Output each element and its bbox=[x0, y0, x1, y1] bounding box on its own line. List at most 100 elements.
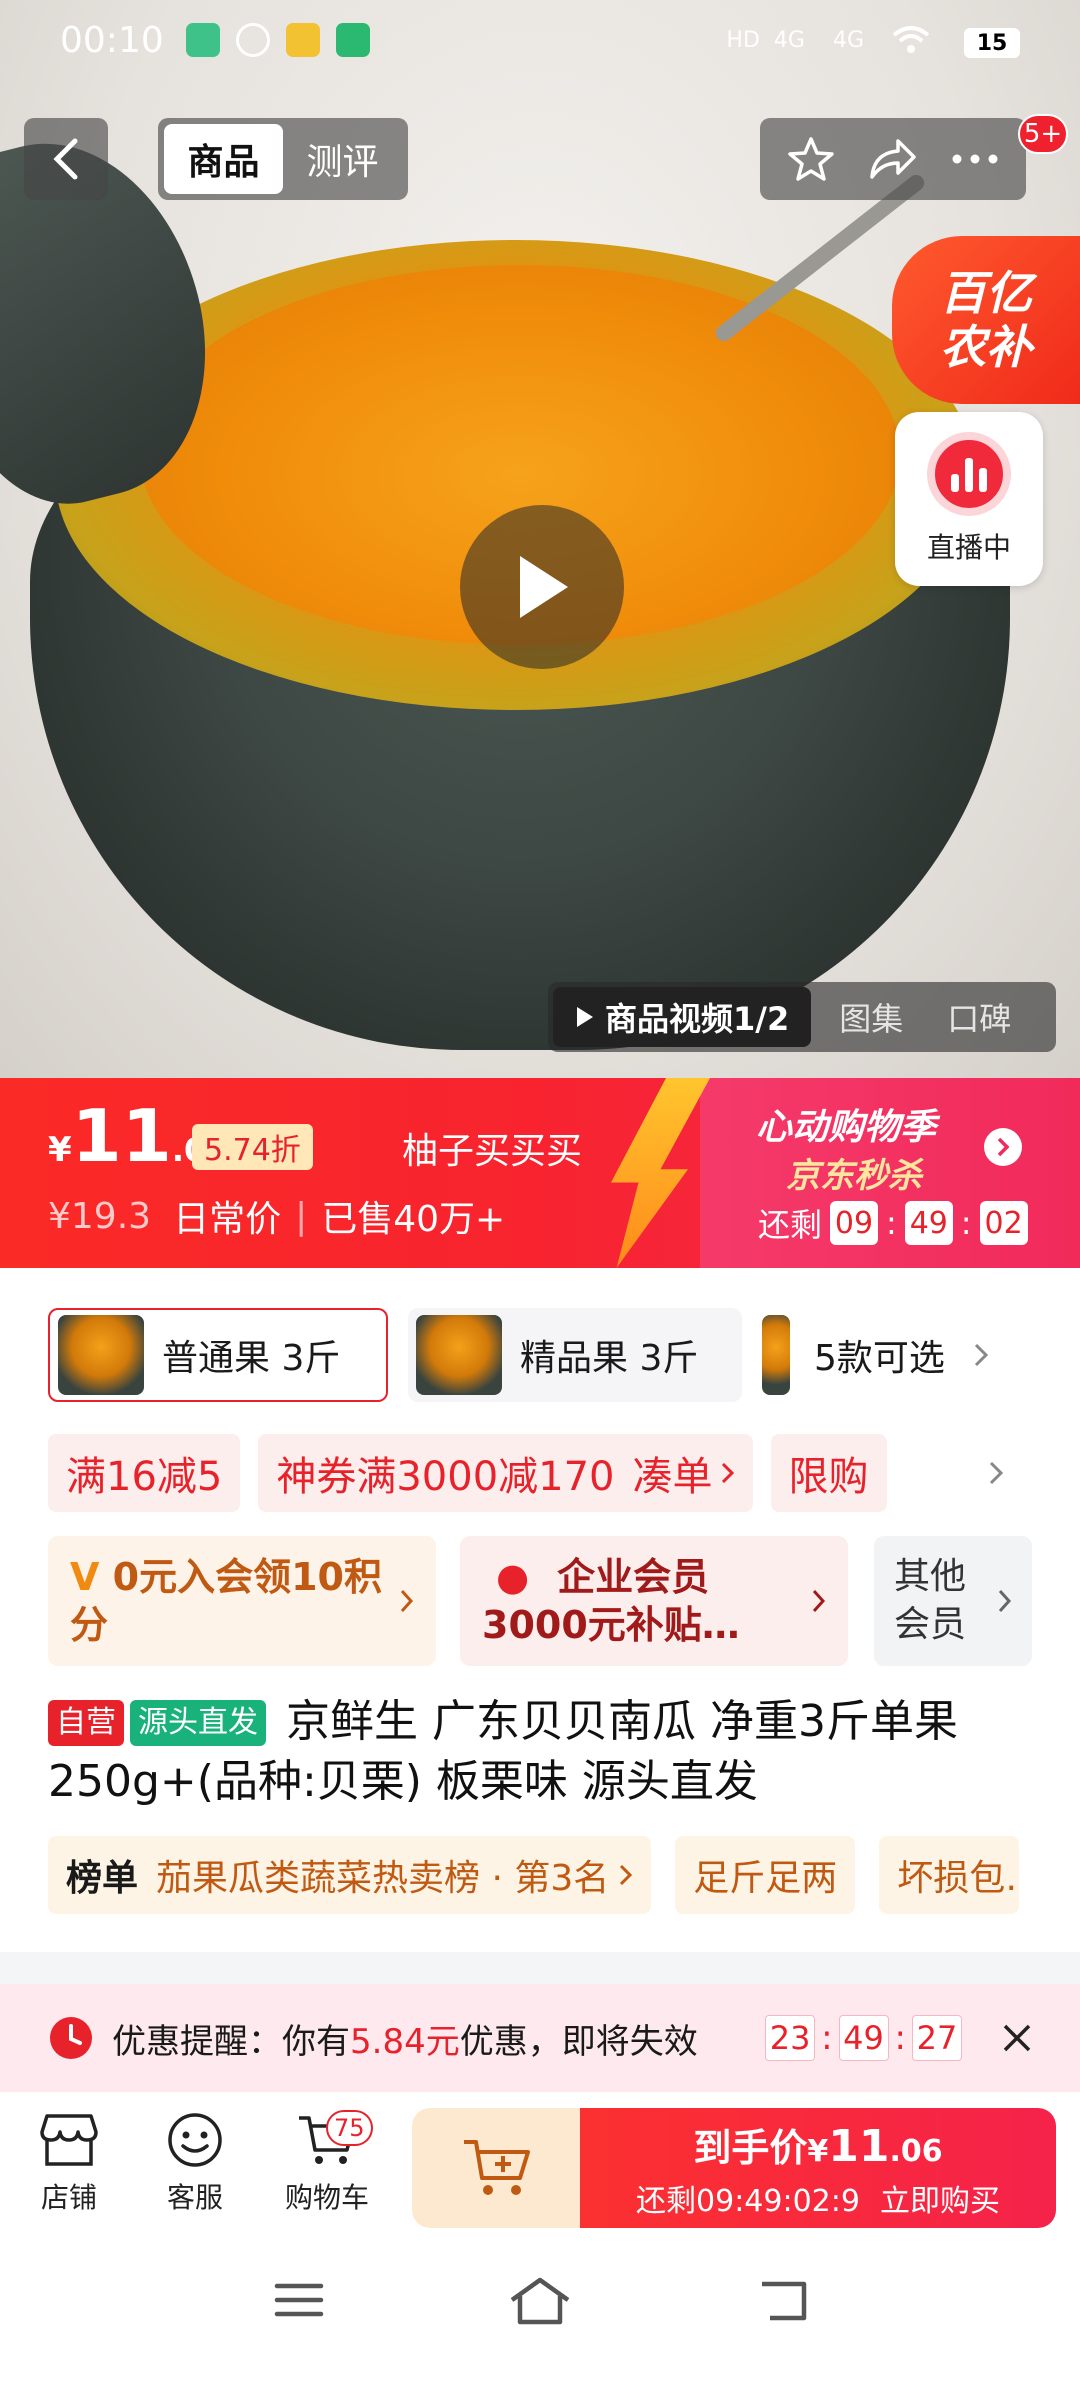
subsidy-line1: 百亿 bbox=[940, 266, 1032, 320]
customer-service-button[interactable]: 客服 bbox=[140, 2112, 250, 2216]
countdown-minutes: 49 bbox=[904, 1201, 953, 1245]
price-integer: 11 bbox=[71, 1094, 172, 1178]
source-direct-tag: 源头直发 bbox=[130, 1700, 266, 1746]
countdown-hours: 09 bbox=[830, 1201, 879, 1245]
reminder-seconds: 27 bbox=[912, 2015, 962, 2061]
member-card-line2: 3000元补贴… bbox=[482, 1603, 740, 1647]
coupon-more-icon[interactable] bbox=[988, 1460, 1004, 1486]
play-video-button[interactable] bbox=[460, 505, 624, 669]
store-button[interactable]: 店铺 bbox=[14, 2112, 124, 2216]
store-label: 店铺 bbox=[40, 2181, 97, 2214]
product-title-block: 自营 源头直发 京鲜生 广东贝贝南瓜 净重3斤单果250g+(品种:贝栗) 板栗味… bbox=[48, 1692, 1048, 1812]
member-card-other[interactable]: 其他 会员 bbox=[874, 1536, 1032, 1666]
promo-subtitle: 京东秒杀 bbox=[786, 1156, 922, 1196]
promo-arrow-icon[interactable] bbox=[984, 1128, 1022, 1166]
back-button[interactable] bbox=[24, 118, 108, 200]
bestseller-rank[interactable]: 榜单 茄果瓜类蔬菜热卖榜 · 第3名 bbox=[48, 1836, 652, 1914]
variant-thumb bbox=[416, 1315, 502, 1395]
chevron-right-icon bbox=[721, 1462, 734, 1484]
system-navigation-bar bbox=[0, 2232, 1080, 2400]
chevron-right-icon bbox=[812, 1589, 826, 1613]
coupon-chip-limit[interactable]: 限购 bbox=[770, 1434, 887, 1512]
promo-title: 心动购物季 bbox=[756, 1107, 937, 1148]
member-card-line1: 企业会员 bbox=[557, 1555, 710, 1599]
message-badge: 5+ bbox=[1018, 114, 1068, 154]
cart-count-badge: 75 bbox=[326, 2110, 373, 2146]
media-video-label: 商品视频1/2 bbox=[605, 1000, 790, 1038]
live-icon bbox=[927, 432, 1011, 516]
tab-product[interactable]: 商品 bbox=[164, 124, 283, 194]
media-switcher: 商品视频1/2 图集 口碑 bbox=[548, 982, 1056, 1052]
play-icon bbox=[520, 556, 568, 618]
hd-icon: HD bbox=[726, 27, 760, 53]
reminder-suffix: 优惠，即将失效 bbox=[459, 2021, 698, 2062]
v-logo-icon: V bbox=[70, 1555, 100, 1599]
coupon-row: 满16减5 神券满3000减170 凑单 限购 bbox=[48, 1434, 887, 1512]
reminder-amount: 5.84元 bbox=[350, 2021, 460, 2062]
tab-switcher: 商品 测评 bbox=[158, 118, 408, 200]
back-nav-icon[interactable] bbox=[756, 2278, 810, 2324]
add-to-cart-button[interactable] bbox=[412, 2108, 584, 2228]
buy-price-label: 到手价 bbox=[693, 2125, 808, 2170]
subsidy-banner[interactable]: 百亿 农补 bbox=[892, 236, 1080, 404]
buy-now-button[interactable]: 到手价 ¥ 11 .06 还剩09:49:02:9 立即购买 bbox=[580, 2108, 1056, 2228]
buy-action-label: 立即购买 bbox=[879, 2183, 1000, 2219]
full-weight-tag[interactable]: 足斤足两 bbox=[675, 1836, 856, 1914]
price-symbol: ¥ bbox=[48, 1130, 72, 1170]
close-icon[interactable] bbox=[1002, 2023, 1032, 2053]
customer-service-label: 客服 bbox=[166, 2181, 223, 2214]
menu-icon[interactable] bbox=[274, 2280, 324, 2320]
mail-icon bbox=[285, 23, 320, 57]
coupon-action: 凑单 bbox=[632, 1454, 713, 1500]
coupon-chip[interactable]: 满16减5 bbox=[48, 1434, 241, 1512]
self-operated-tag: 自营 bbox=[48, 1700, 124, 1746]
chevron-left-icon bbox=[53, 138, 78, 180]
customer-service-icon bbox=[168, 2113, 222, 2167]
rank-text: 茄果瓜类蔬菜热卖榜 · 第3名 bbox=[156, 1858, 610, 1899]
coupon-chip-super[interactable]: 神券满3000减170 凑单 bbox=[258, 1434, 753, 1512]
rank-label: 榜单 bbox=[66, 1858, 139, 1899]
member-card-enterprise[interactable]: ● 企业会员 3000元补贴… bbox=[460, 1536, 848, 1666]
member-card-line2: 会员 bbox=[894, 1604, 967, 1645]
more-icon[interactable] bbox=[951, 153, 999, 165]
chevron-right-icon bbox=[620, 1864, 633, 1886]
countdown-label: 还剩 bbox=[758, 1206, 823, 1244]
app-notification-icon bbox=[185, 23, 220, 57]
damage-guarantee-tag[interactable]: 坏损包… bbox=[879, 1836, 1020, 1914]
section-divider bbox=[0, 1952, 1080, 1984]
variant-more-label: 5款可选 bbox=[814, 1338, 945, 1379]
member-card-line1: 其他 bbox=[894, 1556, 967, 1597]
countdown-seconds: 02 bbox=[979, 1201, 1028, 1245]
variant-option-premium[interactable]: 精品果 3斤 bbox=[408, 1308, 742, 1402]
tab-review[interactable]: 测评 bbox=[283, 124, 402, 194]
variant-more[interactable]: 5款可选 bbox=[762, 1308, 1022, 1402]
lightning-icon bbox=[611, 1078, 710, 1268]
buy-price-dec: .06 bbox=[889, 2133, 943, 2169]
variant-option-regular[interactable]: 普通果 3斤 bbox=[48, 1308, 388, 1402]
share-icon[interactable] bbox=[868, 137, 918, 181]
home-icon[interactable] bbox=[508, 2276, 572, 2326]
sold-count: 已售40万+ bbox=[321, 1199, 506, 1240]
variant-label: 普通果 3斤 bbox=[162, 1338, 341, 1379]
live-stream-button[interactable]: 直播中 bbox=[895, 412, 1043, 586]
chevron-right-icon bbox=[400, 1589, 414, 1613]
member-card-points[interactable]: V 0元入会领10积分 bbox=[48, 1536, 436, 1666]
favorite-star-icon[interactable] bbox=[787, 135, 835, 183]
network-2: 4G bbox=[832, 27, 864, 53]
wifi-icon bbox=[892, 26, 930, 53]
chevron-right-icon bbox=[974, 1343, 989, 1367]
media-reviews-tab[interactable]: 口碑 bbox=[947, 994, 1011, 1040]
network-1: 4G bbox=[773, 27, 805, 53]
buy-price-int: 11 bbox=[828, 2120, 890, 2172]
original-price: ¥19.3 bbox=[48, 1195, 152, 1237]
media-gallery-tab[interactable]: 图集 bbox=[839, 994, 903, 1040]
person-icon: ● bbox=[496, 1555, 530, 1599]
status-bar: 00:10 HD 4G 4G bbox=[0, 0, 1080, 80]
discount-reminder: 优惠提醒：你有 5.84元 优惠，即将失效 23: 49: 27 bbox=[0, 1984, 1080, 2092]
home-app-icon bbox=[335, 23, 370, 57]
media-video-tab[interactable]: 商品视频1/2 bbox=[553, 987, 812, 1047]
original-price-label: 日常价 bbox=[173, 1199, 282, 1240]
buy-price-symbol: ¥ bbox=[807, 2133, 829, 2169]
subsidy-line2: 农补 bbox=[940, 320, 1032, 374]
clock-icon bbox=[50, 2017, 92, 2059]
